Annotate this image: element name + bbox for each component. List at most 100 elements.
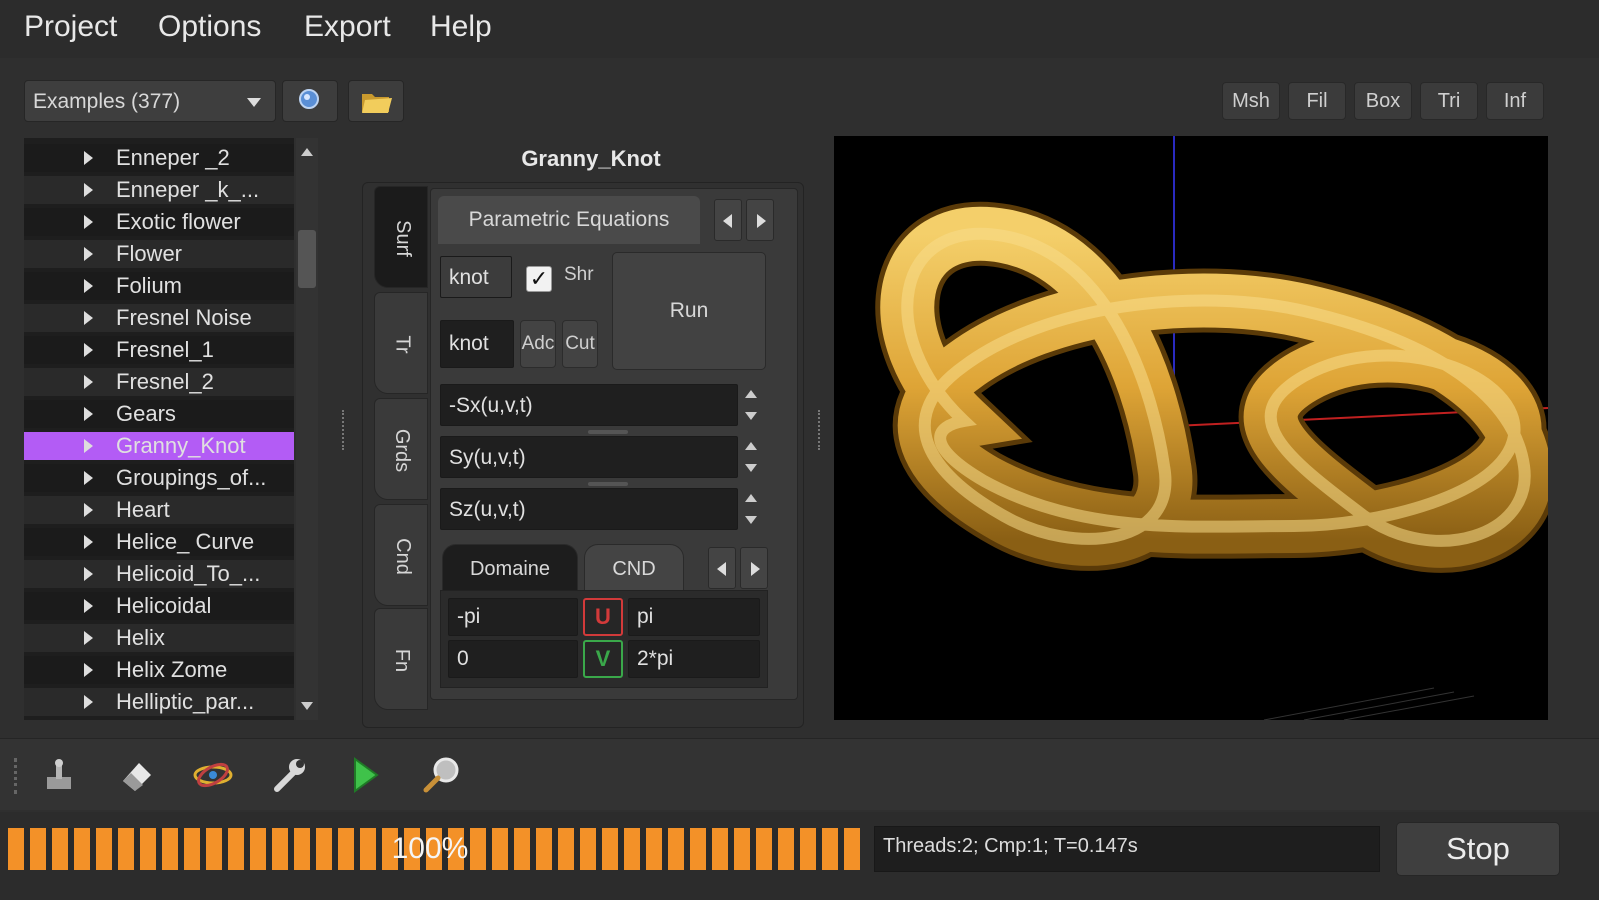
3d-viewport[interactable] xyxy=(834,136,1548,720)
expand-arrow-icon[interactable] xyxy=(84,183,93,197)
tabs-prev-button[interactable] xyxy=(714,199,742,241)
expand-arrow-icon[interactable] xyxy=(84,471,93,485)
run-button[interactable]: Run xyxy=(612,252,766,370)
list-item[interactable]: Helicoidal xyxy=(24,592,294,620)
list-item[interactable]: Exotic flower xyxy=(24,208,294,236)
domain-tabs-next-button[interactable] xyxy=(740,547,768,589)
tabs-next-button[interactable] xyxy=(746,199,774,241)
u-button[interactable]: U xyxy=(583,598,623,636)
v-min-input[interactable]: 0 xyxy=(448,640,578,678)
tri-button[interactable]: Tri xyxy=(1420,82,1478,120)
u-max-input[interactable]: pi xyxy=(628,598,760,636)
examples-list[interactable]: Enneper _2 Enneper _k_... Exotic flower Flo… xyxy=(24,138,294,720)
expand-arrow-icon[interactable] xyxy=(84,535,93,549)
tab-tr[interactable]: Tr xyxy=(374,292,428,394)
examples-combo[interactable]: Examples (377) xyxy=(24,80,276,122)
play-button[interactable] xyxy=(342,752,388,798)
splitter-grip[interactable] xyxy=(588,482,628,486)
expand-arrow-icon[interactable] xyxy=(84,631,93,645)
zoom-button[interactable] xyxy=(418,752,464,798)
v-button[interactable]: V xyxy=(583,640,623,678)
eraser-button[interactable] xyxy=(114,752,160,798)
robot-arm-button[interactable] xyxy=(36,752,82,798)
spin-down-icon[interactable] xyxy=(745,464,757,472)
menu-options[interactable]: Options xyxy=(158,10,261,44)
y-equation-input[interactable]: Sy(u,v,t) xyxy=(440,436,738,478)
scroll-up-icon[interactable] xyxy=(301,148,313,156)
expand-arrow-icon[interactable] xyxy=(84,247,93,261)
wrench-button[interactable] xyxy=(266,752,312,798)
examples-list-scrollbar[interactable] xyxy=(296,138,318,720)
z-equation-input[interactable]: Sz(u,v,t) xyxy=(440,488,738,530)
toolbar-handle[interactable] xyxy=(14,758,22,794)
splitter-grip[interactable] xyxy=(588,430,628,434)
msh-button[interactable]: Msh xyxy=(1222,82,1280,120)
search-button[interactable] xyxy=(282,80,338,122)
domain-tabs-prev-button[interactable] xyxy=(708,547,736,589)
name-field[interactable]: knot xyxy=(440,256,512,298)
stop-button[interactable]: Stop xyxy=(1396,822,1560,876)
left-splitter[interactable] xyxy=(342,410,348,450)
list-item[interactable]: Helice_ Curve xyxy=(24,528,294,556)
fil-button[interactable]: Fil xyxy=(1288,82,1346,120)
expand-arrow-icon[interactable] xyxy=(84,215,93,229)
expand-arrow-icon[interactable] xyxy=(84,663,93,677)
tab-cnd-bottom[interactable]: CND xyxy=(584,544,684,592)
list-item[interactable]: Helix Zome xyxy=(24,656,294,684)
list-item[interactable]: Helicoid_To_... xyxy=(24,560,294,588)
cut-button[interactable]: Cut xyxy=(562,320,598,368)
list-item[interactable]: Helliptic_par... xyxy=(24,688,294,716)
tab-grds[interactable]: Grds xyxy=(374,398,428,500)
expand-arrow-icon[interactable] xyxy=(84,407,93,421)
add-button[interactable]: Adc xyxy=(520,320,556,368)
spin-up-icon[interactable] xyxy=(745,442,757,450)
list-item[interactable]: Enneper _2 xyxy=(24,144,294,172)
list-item[interactable]: Gears xyxy=(24,400,294,428)
v-max-input[interactable]: 2*pi xyxy=(628,640,760,678)
atom-button[interactable] xyxy=(190,752,236,798)
list-item[interactable]: Groupings_of... xyxy=(24,464,294,492)
tab-cnd[interactable]: Cnd xyxy=(374,504,428,606)
box-button[interactable]: Box xyxy=(1354,82,1412,120)
list-item[interactable]: Helix xyxy=(24,624,294,652)
list-item[interactable]: Folium xyxy=(24,272,294,300)
open-button[interactable] xyxy=(348,80,404,122)
expand-arrow-icon[interactable] xyxy=(84,503,93,517)
expand-arrow-icon[interactable] xyxy=(84,151,93,165)
spin-up-icon[interactable] xyxy=(745,390,757,398)
menu-project[interactable]: Project xyxy=(24,10,117,44)
x-equation-spinner[interactable] xyxy=(740,384,764,426)
show-checkbox[interactable]: ✓ xyxy=(526,266,552,292)
spin-down-icon[interactable] xyxy=(745,412,757,420)
menu-help[interactable]: Help xyxy=(430,10,492,44)
list-item[interactable]: Fresnel Noise xyxy=(24,304,294,332)
expand-arrow-icon[interactable] xyxy=(84,567,93,581)
list-item[interactable]: Fresnel_2 xyxy=(24,368,294,396)
inf-button[interactable]: Inf xyxy=(1486,82,1544,120)
spin-up-icon[interactable] xyxy=(745,494,757,502)
scroll-thumb[interactable] xyxy=(298,230,316,288)
expand-arrow-icon[interactable] xyxy=(84,439,93,453)
spin-down-icon[interactable] xyxy=(745,516,757,524)
expand-arrow-icon[interactable] xyxy=(84,279,93,293)
list-item[interactable]: Flower xyxy=(24,240,294,268)
z-equation-spinner[interactable] xyxy=(740,488,764,530)
expand-arrow-icon[interactable] xyxy=(84,311,93,325)
tab-parametric-equations[interactable]: Parametric Equations xyxy=(438,196,700,244)
expand-arrow-icon[interactable] xyxy=(84,375,93,389)
scroll-down-icon[interactable] xyxy=(301,702,313,710)
expand-arrow-icon[interactable] xyxy=(84,343,93,357)
list-item[interactable]: Enneper _k_... xyxy=(24,176,294,204)
u-min-input[interactable]: -pi xyxy=(448,598,578,636)
tab-fn[interactable]: Fn xyxy=(374,608,428,710)
list-item[interactable]: Heart xyxy=(24,496,294,524)
right-splitter[interactable] xyxy=(818,410,824,450)
tab-surf[interactable]: Surf xyxy=(374,186,428,288)
expand-arrow-icon[interactable] xyxy=(84,695,93,709)
name-field-2[interactable]: knot xyxy=(440,320,514,368)
x-equation-input[interactable]: -Sx(u,v,t) xyxy=(440,384,738,426)
expand-arrow-icon[interactable] xyxy=(84,599,93,613)
menu-export[interactable]: Export xyxy=(304,10,391,44)
list-item[interactable]: Fresnel_1 xyxy=(24,336,294,364)
list-item-selected[interactable]: Granny_Knot xyxy=(24,432,294,460)
